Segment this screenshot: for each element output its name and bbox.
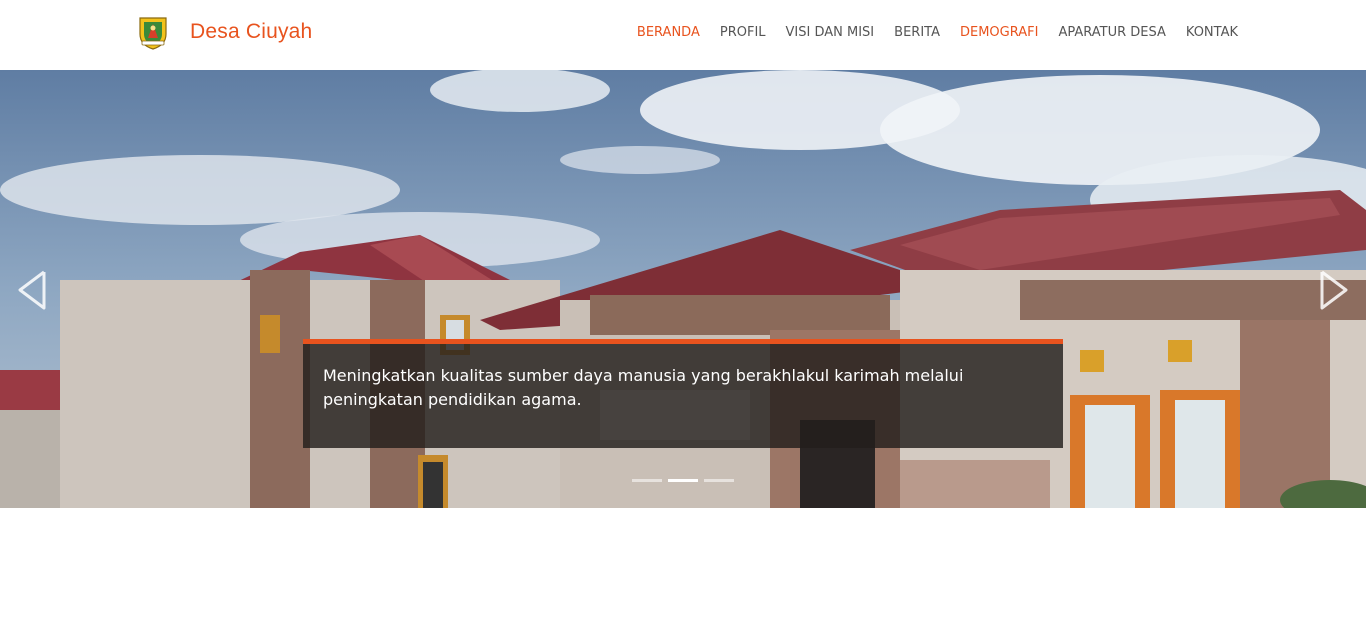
nav-item-profil[interactable]: PROFIL bbox=[720, 24, 766, 42]
carousel-indicators bbox=[632, 479, 740, 482]
chevron-right-icon bbox=[1320, 270, 1348, 310]
nav-item-aparatur-desa[interactable]: APARATUR DESA bbox=[1058, 24, 1165, 42]
brand-link[interactable]: Desa Ciuyah bbox=[137, 14, 312, 50]
hero-carousel: Meningkatkan kualitas sumber daya manusi… bbox=[0, 70, 1366, 508]
carousel-next-button[interactable] bbox=[1316, 268, 1352, 312]
slide-caption-text: Meningkatkan kualitas sumber daya manusi… bbox=[323, 366, 964, 409]
nav-item-beranda[interactable]: BERANDA bbox=[637, 24, 700, 42]
nav-item-visi-dan-misi[interactable]: VISI DAN MISI bbox=[786, 24, 875, 42]
nav-item-kontak[interactable]: KONTAK bbox=[1186, 24, 1238, 42]
carousel-prev-button[interactable] bbox=[14, 268, 50, 312]
nav-item-demografi[interactable]: DEMOGRAFI bbox=[960, 24, 1038, 42]
nav-item-berita[interactable]: BERITA bbox=[894, 24, 940, 42]
site-name: Desa Ciuyah bbox=[190, 20, 313, 43]
main-nav: BERANDA PROFIL VISI DAN MISI BERITA DEMO… bbox=[637, 24, 1238, 42]
carousel-indicator-active[interactable] bbox=[668, 479, 698, 482]
site-header: Desa Ciuyah BERANDA PROFIL VISI DAN MISI… bbox=[0, 0, 1366, 70]
carousel-indicator[interactable] bbox=[632, 479, 662, 482]
chevron-left-icon bbox=[18, 270, 46, 310]
village-emblem-icon bbox=[139, 17, 167, 50]
slide-caption: Meningkatkan kualitas sumber daya manusi… bbox=[303, 339, 1063, 448]
carousel-indicator[interactable] bbox=[704, 479, 734, 482]
